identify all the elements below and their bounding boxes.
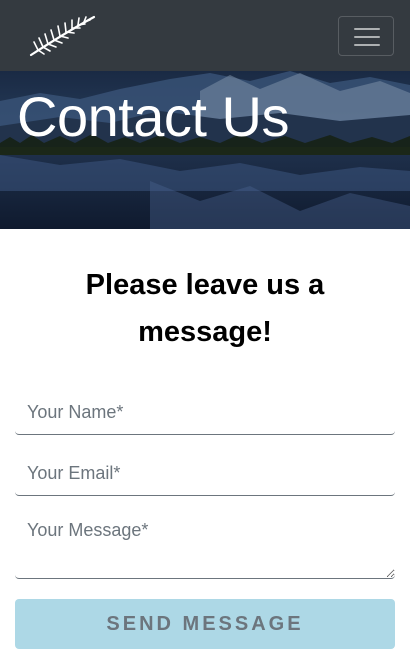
name-field[interactable] (15, 390, 395, 435)
silver-fern-icon[interactable] (28, 14, 98, 58)
email-field[interactable] (15, 451, 395, 496)
message-field[interactable] (15, 511, 395, 579)
hamburger-icon-bar (354, 44, 380, 46)
send-message-button[interactable]: SEND MESSAGE (15, 599, 395, 649)
form-heading: Please leave us a message! (85, 269, 325, 348)
hero-banner: Contact Us (0, 71, 410, 229)
menu-toggle-button[interactable] (338, 16, 394, 56)
navbar (0, 0, 410, 71)
page-title: Contact Us (17, 85, 290, 148)
hamburger-icon-bar (354, 28, 380, 30)
hamburger-icon-bar (354, 36, 380, 38)
